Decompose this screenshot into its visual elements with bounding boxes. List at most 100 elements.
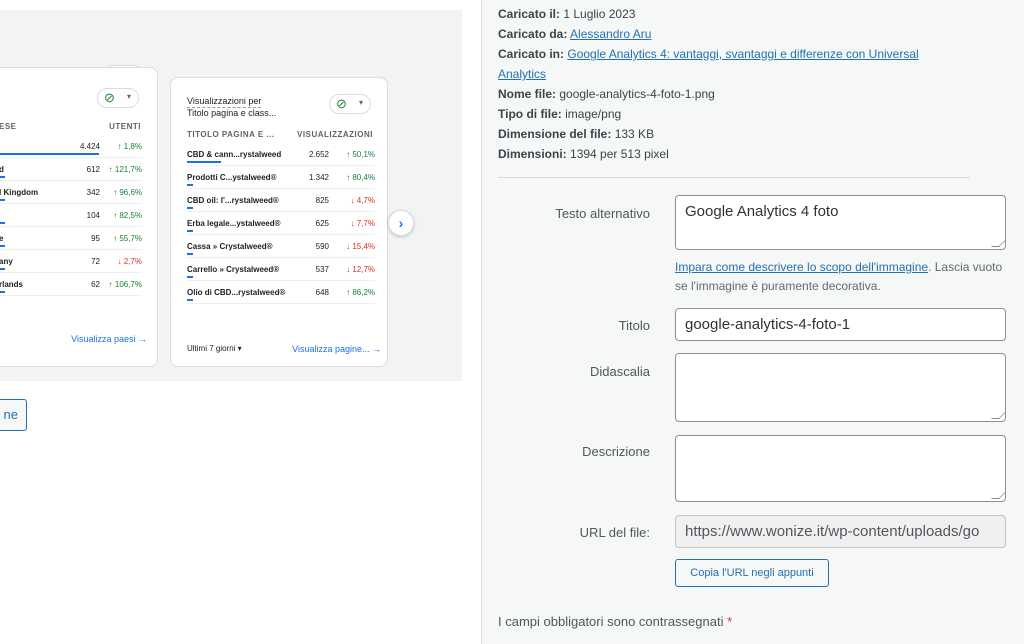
row-value: 4.424 (79, 142, 100, 151)
value-bar (0, 199, 5, 201)
row-label: CBD oil: l'...rystalweed® (187, 196, 279, 205)
value-bar (0, 176, 5, 178)
uploaded-by: Caricato da: Alessandro Aru (498, 27, 652, 41)
row-value: 1.342 (308, 173, 329, 182)
row-change: ↓ 15,4% (346, 242, 375, 251)
row-change: ↑ 1,8% (117, 142, 142, 151)
card-title-line1: Visualizzazioni per (187, 96, 262, 108)
column-header-page-title: TITOLO PAGINA E ... (187, 130, 275, 139)
file-dimensions: Dimensioni: 1394 per 513 pixel (498, 147, 669, 161)
status-pill: ⊘ ▾ (97, 88, 139, 108)
value-bar (187, 253, 193, 255)
value-bar (0, 268, 5, 270)
caret-icon: ▾ (126, 92, 131, 101)
divider (498, 177, 970, 178)
row-label: d (0, 165, 4, 174)
value-bar (0, 245, 5, 247)
column-header-users: UTENTI (109, 122, 141, 131)
row-label: Olio di CBD...rystalweed® (187, 288, 286, 297)
row-value: 95 (91, 234, 100, 243)
edit-image-button[interactable]: ne (0, 399, 27, 431)
table-row: e 95 ↑ 55,7% (0, 228, 142, 250)
table-row: Cassa » Crystalweed® 590 ↓ 15,4% (187, 236, 375, 258)
file-url-label: URL del file: (579, 525, 650, 540)
next-arrow-icon: › (388, 210, 414, 236)
column-header-views: VISUALIZZAZIONI (297, 130, 373, 139)
row-change: ↓ 12,7% (346, 265, 375, 274)
file-url-field[interactable]: https://www.wonize.it/wp-content/uploads… (675, 515, 1006, 548)
value-bar (0, 291, 5, 293)
row-change: ↓ 4,7% (350, 196, 375, 205)
row-value: 537 (315, 265, 329, 274)
file-size: Dimensione del file: 133 KB (498, 127, 655, 141)
alt-help-link[interactable]: Impara come descrivere lo scopo dell'imm… (675, 260, 928, 274)
row-label: l Kingdom (0, 188, 39, 197)
check-icon: ⊘ (104, 90, 115, 105)
post-link[interactable]: Google Analytics 4: vantaggi, svantaggi … (567, 47, 918, 61)
description-label: Descrizione (582, 444, 650, 459)
views-by-page-card: Visualizzazioni per Titolo pagina e clas… (170, 77, 388, 367)
table-row: Carrello » Crystalweed® 537 ↓ 12,7% (187, 259, 375, 281)
table-row: 4.424 ↑ 1,8% (0, 136, 142, 158)
image-preview-panel: 👍 👎 ⊘▾ ESE UTENTI 4.424↑ 1,8%d612↑ 121,7… (0, 0, 481, 644)
value-bar (187, 184, 193, 186)
row-change: ↑ 82,5% (113, 211, 142, 220)
row-label: Carrello » Crystalweed® (187, 265, 280, 274)
table-row: CBD & cann...rystalweed 2.652 ↑ 50,1% (187, 144, 375, 166)
title-label: Titolo (618, 318, 650, 333)
row-value: 2.652 (308, 150, 329, 159)
row-label: Prodotti C...ystalweed® (187, 173, 277, 182)
copy-url-button[interactable]: Copia l'URL negli appunti (675, 559, 829, 587)
value-bar (0, 222, 5, 224)
caption-label: Didascalia (590, 364, 650, 379)
row-value: 590 (315, 242, 329, 251)
check-icon: ⊘ (336, 96, 347, 111)
status-pill: ⊘ ▾ (329, 94, 371, 114)
row-label: Cassa » Crystalweed® (187, 242, 273, 251)
alt-text-field[interactable]: Google Analytics 4 foto (675, 195, 1006, 250)
row-change: ↑ 96,6% (113, 188, 142, 197)
value-bar (187, 276, 193, 278)
view-pages-link: Visualizza pagine... → (292, 344, 381, 354)
alt-text-help: Impara come descrivere lo scopo dell'imm… (675, 260, 1003, 293)
table-row: rlands 62 ↑ 106,7% (0, 274, 142, 296)
row-value: 72 (91, 257, 100, 266)
caption-field[interactable] (675, 353, 1006, 422)
table-row: 104 ↑ 82,5% (0, 205, 142, 227)
table-row: Erba legale...ystalweed® 625 ↓ 7,7% (187, 213, 375, 235)
description-field[interactable] (675, 435, 1006, 502)
row-label: CBD & cann...rystalweed (187, 150, 282, 159)
row-change: ↑ 106,7% (108, 280, 142, 289)
uploaded-to: Caricato in: Google Analytics 4: vantagg… (498, 47, 919, 61)
row-value: 648 (315, 288, 329, 297)
period-selector: Ultimi 7 giorni ▾ (187, 344, 242, 353)
title-field[interactable]: google-analytics-4-foto-1 (675, 308, 1006, 341)
row-change: ↓ 7,7% (350, 219, 375, 228)
file-name: Nome file: google-analytics-4-foto-1.png (498, 87, 715, 101)
row-value: 104 (86, 211, 100, 220)
row-label: e (0, 234, 4, 243)
table-row: d 612 ↑ 121,7% (0, 159, 142, 181)
uploader-link[interactable]: Alessandro Aru (570, 27, 651, 41)
row-change: ↑ 121,7% (108, 165, 142, 174)
row-value: 625 (315, 219, 329, 228)
row-change: ↑ 50,1% (346, 150, 375, 159)
users-by-country-card: ⊘ ▾ ESE UTENTI 4.424 ↑ 1,8% d 612 ↑ 121,7% l K… (0, 67, 158, 367)
attachment-details-panel: Caricato il: 1 Luglio 2023 Caricato da: … (481, 0, 1024, 644)
caret-icon: ▾ (358, 98, 363, 107)
row-change: ↓ 2,7% (117, 257, 142, 266)
row-change: ↑ 86,2% (346, 288, 375, 297)
row-label: any (0, 257, 13, 266)
column-header-country: ESE (0, 122, 17, 131)
value-bar (187, 230, 193, 232)
post-link-cont[interactable]: Analytics (498, 67, 546, 81)
table-row: Olio di CBD...rystalweed® 648 ↑ 86,2% (187, 282, 375, 304)
value-bar (187, 161, 221, 163)
row-change: ↑ 80,4% (346, 173, 375, 182)
row-label: Erba legale...ystalweed® (187, 219, 281, 228)
table-row: Prodotti C...ystalweed® 1.342 ↑ 80,4% (187, 167, 375, 189)
table-row: CBD oil: l'...rystalweed® 825 ↓ 4,7% (187, 190, 375, 212)
view-countries-link: Visualizza paesi → (71, 334, 147, 344)
card-title-line2: Titolo pagina e class... (187, 108, 277, 118)
value-bar (187, 207, 193, 209)
